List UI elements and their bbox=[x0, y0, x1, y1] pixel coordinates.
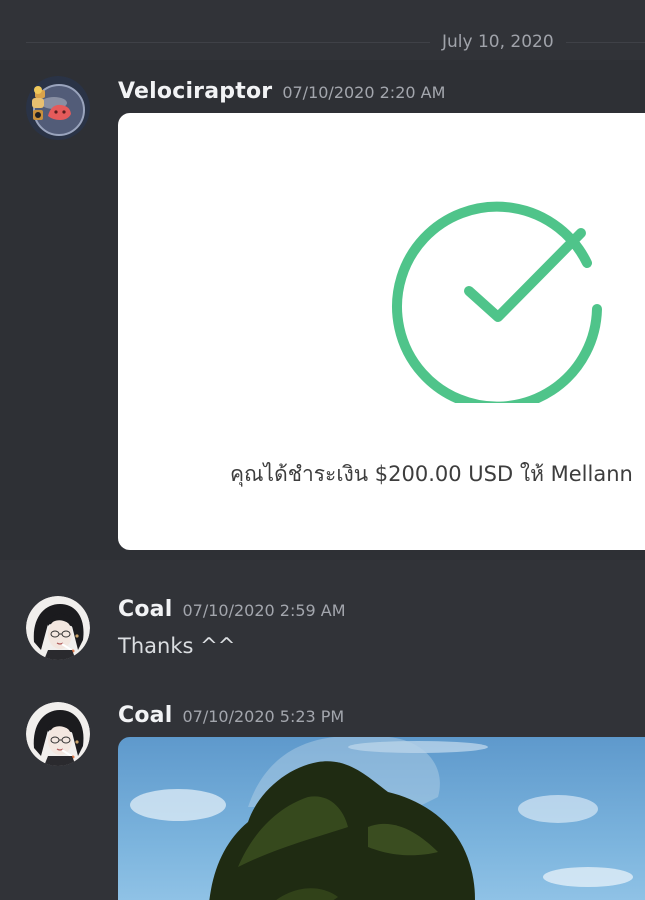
username[interactable]: Velociraptor bbox=[118, 79, 272, 104]
username[interactable]: Coal bbox=[118, 597, 172, 622]
divider-date: July 10, 2020 bbox=[430, 30, 566, 54]
message-text: Thanks ^^ bbox=[118, 634, 236, 658]
message-item[interactable]: Velociraptor 07/10/2020 2:20 AM คุณได้ชำร… bbox=[0, 60, 645, 560]
chat-message-list[interactable]: July 10, 2020 Velociraptor 07/10/2020 2:2… bbox=[0, 0, 645, 900]
timestamp[interactable]: 07/10/2020 5:23 PM bbox=[182, 707, 344, 726]
tree-sky-photo bbox=[130, 737, 633, 900]
message-item[interactable]: Coal 07/10/2020 5:23 PM bbox=[0, 690, 645, 900]
message-header: Coal 07/10/2020 5:23 PM bbox=[118, 702, 344, 731]
user-portrait-avatar-icon[interactable] bbox=[26, 596, 90, 660]
message-header: Coal 07/10/2020 2:59 AM bbox=[118, 596, 346, 625]
timestamp[interactable]: 07/10/2020 2:59 AM bbox=[182, 601, 345, 620]
check-circle-icon bbox=[392, 201, 602, 403]
timestamp[interactable]: 07/10/2020 2:20 AM bbox=[282, 83, 445, 102]
date-divider: July 10, 2020 bbox=[26, 30, 645, 54]
username[interactable]: Coal bbox=[118, 703, 172, 728]
user-portrait-avatar-icon[interactable] bbox=[26, 702, 90, 766]
raptor-avatar-icon[interactable] bbox=[26, 76, 90, 140]
image-attachment[interactable]: คุณได้ชำระเงิน $200.00 USD ให้ Mellann bbox=[118, 113, 645, 550]
payment-confirmation-text: คุณได้ชำระเงิน $200.00 USD ให้ Mellann bbox=[230, 462, 633, 486]
photo-attachment[interactable] bbox=[118, 737, 645, 900]
message-item[interactable]: Coal 07/10/2020 2:59 AM Thanks ^^ bbox=[0, 560, 645, 660]
message-header: Velociraptor 07/10/2020 2:20 AM bbox=[118, 78, 445, 107]
